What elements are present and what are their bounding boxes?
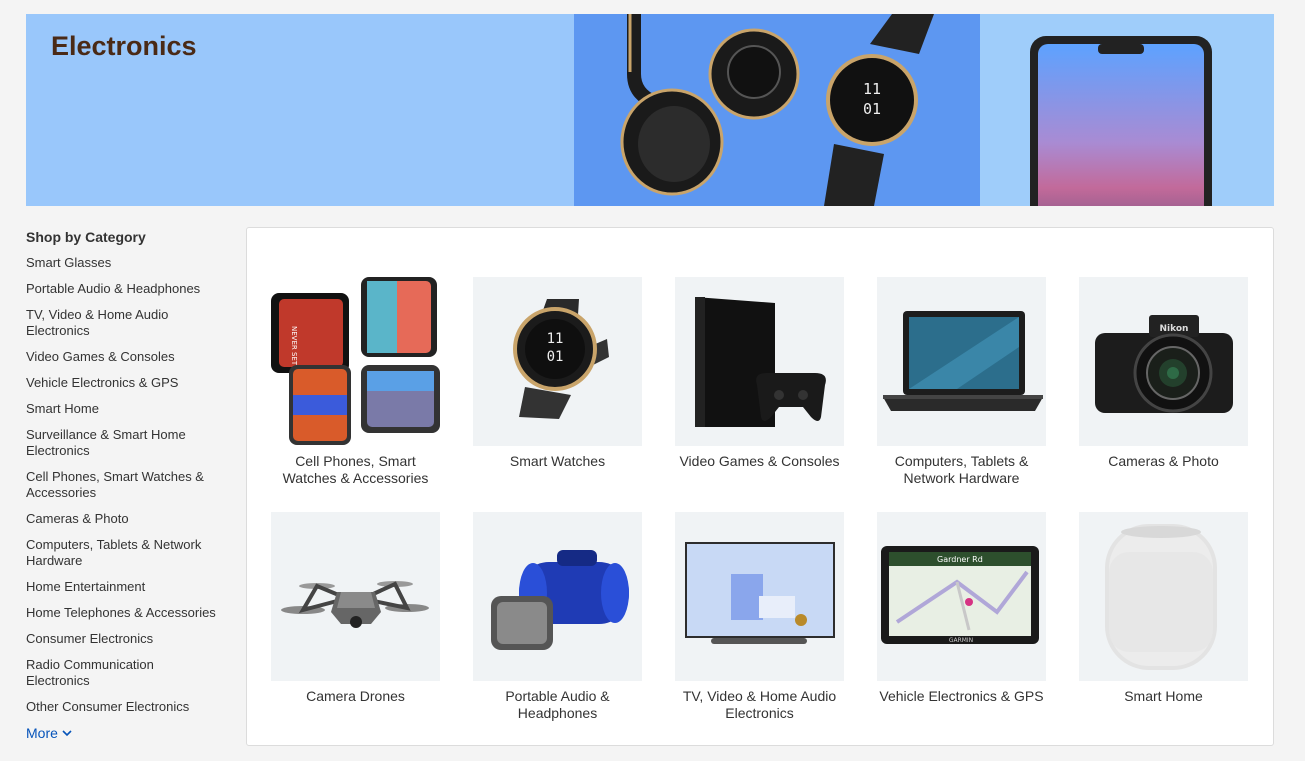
chevron-down-icon	[62, 730, 72, 737]
category-tile-camera-drones[interactable]: Camera Drones	[271, 512, 440, 705]
sidebar-heading: Shop by Category	[26, 229, 146, 245]
category-tile-cameras[interactable]: Nikon Cameras & Photo	[1079, 277, 1248, 470]
laptop-image	[877, 277, 1046, 446]
smart-watch-image: 11 01	[473, 277, 642, 446]
tile-label: Vehicle Electronics & GPS	[879, 688, 1044, 704]
drone-image	[271, 512, 440, 681]
category-tile-video-games[interactable]: Video Games & Consoles	[675, 277, 844, 470]
camera-brand-text: Nikon	[1160, 324, 1189, 334]
sidebar-item-home-telephones[interactable]: Home Telephones & Accessories	[26, 605, 221, 621]
tile-label: Cell Phones, Smart Watches & Accessories	[282, 453, 429, 486]
sidebar-item-consumer-electronics[interactable]: Consumer Electronics	[26, 631, 221, 647]
sidebar-item-vehicle-electronics[interactable]: Vehicle Electronics & GPS	[26, 375, 221, 391]
sidebar-item-other-consumer[interactable]: Other Consumer Electronics	[26, 699, 221, 715]
sidebar-item-portable-audio[interactable]: Portable Audio & Headphones	[26, 281, 221, 297]
tile-label: Computers, Tablets & Network Hardware	[894, 453, 1029, 486]
sidebar-item-cell-phones[interactable]: Cell Phones, Smart Watches & Accessories	[26, 469, 221, 501]
category-tile-smart-home[interactable]: Smart Home	[1079, 512, 1248, 705]
page-title: Electronics	[51, 31, 197, 61]
category-grid: NEVER SETTLE Cell Phones, Smart Watches …	[246, 227, 1274, 746]
sidebar-item-video-games[interactable]: Video Games & Consoles	[26, 349, 221, 365]
gps-image: Gardner Rd GARMIN	[877, 512, 1046, 681]
category-sidebar: Shop by Category Smart Glasses Portable …	[26, 229, 226, 741]
hero-watch-hour-text: 11	[863, 80, 881, 98]
category-tile-vehicle-electronics[interactable]: Gardner Rd GARMIN Vehicle Electronics & …	[877, 512, 1046, 705]
tile-label: Smart Home	[1124, 688, 1203, 704]
category-tile-computers[interactable]: Computers, Tablets & Network Hardware	[877, 277, 1046, 487]
category-tile-tv-video[interactable]: TV, Video & Home Audio Electronics	[675, 512, 844, 722]
watch-hour-text: 11	[547, 331, 564, 347]
category-tile-smart-watches[interactable]: 11 01 Smart Watches	[473, 277, 642, 470]
watch-minute-text: 01	[547, 349, 564, 365]
gps-street-text: Gardner Rd	[937, 555, 983, 564]
tile-label: Smart Watches	[509, 453, 606, 469]
category-list: Smart Glasses Portable Audio & Headphone…	[26, 255, 226, 715]
hero-watch-minute-text: 01	[863, 100, 881, 118]
hero-banner: Electronics 11 01	[26, 14, 1274, 206]
gps-brand-text: GARMIN	[949, 637, 973, 644]
category-tile-cell-phones[interactable]: NEVER SETTLE Cell Phones, Smart Watches …	[271, 277, 440, 487]
cell-phones-image: NEVER SETTLE	[271, 277, 440, 446]
hero-products-image: 11 01	[574, 14, 980, 206]
smart-speaker-image	[1079, 512, 1248, 681]
sidebar-item-surveillance[interactable]: Surveillance & Smart Home Electronics	[26, 427, 221, 459]
sidebar-item-computers[interactable]: Computers, Tablets & Network Hardware	[26, 537, 221, 569]
sidebar-item-cameras[interactable]: Cameras & Photo	[26, 511, 221, 527]
tile-label: Camera Drones	[306, 688, 405, 704]
tile-label: Cameras & Photo	[1108, 453, 1219, 469]
camera-image: Nikon	[1079, 277, 1248, 446]
category-tile-portable-audio[interactable]: Portable Audio & Headphones	[473, 512, 642, 722]
more-link-label: More	[26, 725, 58, 741]
sidebar-item-smart-home[interactable]: Smart Home	[26, 401, 221, 417]
sidebar-item-tv-video[interactable]: TV, Video & Home Audio Electronics	[26, 307, 221, 339]
sidebar-item-radio-communication[interactable]: Radio Communication Electronics	[26, 657, 221, 689]
tile-label: TV, Video & Home Audio Electronics	[682, 688, 837, 721]
game-console-image	[675, 277, 844, 446]
sidebar-item-smart-glasses[interactable]: Smart Glasses	[26, 255, 221, 271]
tile-label: Portable Audio & Headphones	[505, 688, 610, 721]
tile-label: Video Games & Consoles	[679, 453, 840, 469]
sidebar-item-home-entertainment[interactable]: Home Entertainment	[26, 579, 221, 595]
speaker-image	[473, 512, 642, 681]
tv-image	[675, 512, 844, 681]
more-link[interactable]: More	[26, 725, 226, 741]
hero-phone-image	[980, 14, 1274, 206]
